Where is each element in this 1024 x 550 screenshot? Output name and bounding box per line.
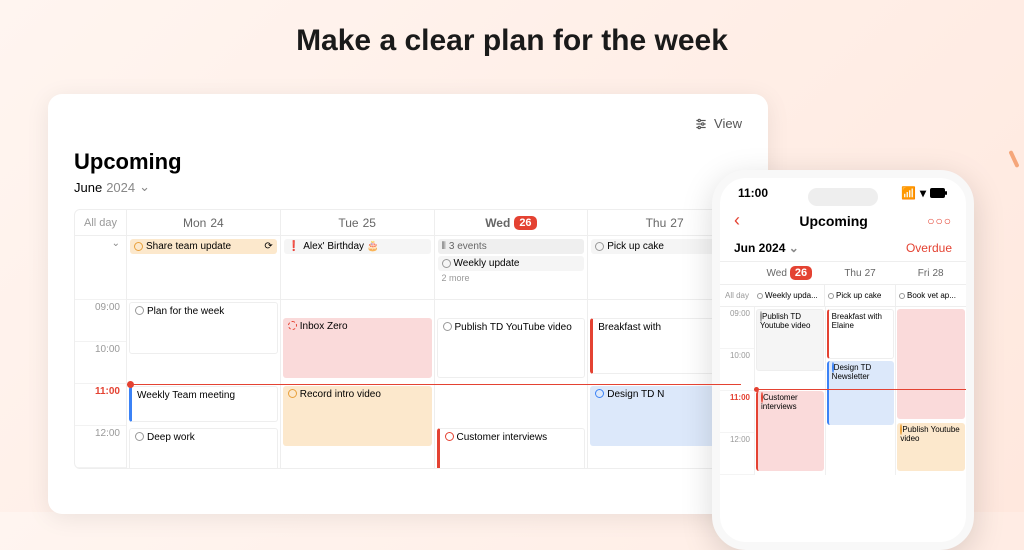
phone-time: 11:00 bbox=[738, 186, 768, 200]
phone-event[interactable]: Publish Youtube video bbox=[897, 423, 965, 471]
page-headline: Make a clear plan for the week bbox=[0, 0, 1024, 58]
chevron-down-icon: ⌄ bbox=[112, 238, 120, 249]
phone-mockup: 11:00 📶 ▾ ‹ Upcoming ○○○ Jun 2024 ⌄ Over… bbox=[712, 170, 974, 550]
time-label-now: 11:00 bbox=[75, 384, 126, 426]
phone-allday-event[interactable]: Pick up cake bbox=[825, 285, 896, 306]
time-label: 09:00 bbox=[75, 300, 126, 342]
month-label: June bbox=[74, 180, 102, 195]
calendar-event[interactable]: Weekly Team meeting bbox=[129, 386, 278, 422]
phone-event[interactable]: Customer interviews bbox=[756, 391, 824, 471]
phone-event[interactable]: Design TD Newsletter bbox=[827, 361, 895, 425]
day-column-wed[interactable]: ⦀3 events Weekly update 2 more Publish T… bbox=[435, 236, 589, 468]
wifi-icon: ▾ bbox=[920, 186, 926, 200]
phone-event[interactable] bbox=[897, 309, 965, 419]
allday-collapse[interactable]: ⌄ bbox=[75, 236, 126, 300]
day-column-tue[interactable]: ❗Alex' Birthday 🎂 Inbox Zero Record intr… bbox=[281, 236, 435, 468]
day-header-tue[interactable]: Tue 25 bbox=[281, 210, 435, 235]
sliders-icon bbox=[694, 117, 708, 131]
allday-label: All day bbox=[75, 210, 127, 235]
phone-day-col-thu[interactable]: Breakfast with Elaine Design TD Newslett… bbox=[825, 307, 896, 475]
phone-time-label: 12:00 bbox=[720, 433, 754, 475]
allday-summary[interactable]: ⦀3 events bbox=[438, 239, 585, 254]
phone-day-col-wed[interactable]: Publish TD Youtube video Customer interv… bbox=[754, 307, 825, 475]
page-title: Upcoming bbox=[74, 149, 742, 175]
calendar-event[interactable]: Deep work bbox=[129, 428, 278, 469]
phone-day-fri[interactable]: Fri28 bbox=[895, 262, 966, 284]
calendar-event[interactable]: Plan for the week bbox=[129, 302, 278, 354]
phone-time-label: 09:00 bbox=[720, 307, 754, 349]
phone-allday-event[interactable]: Book vet ap... bbox=[896, 285, 966, 306]
allday-event[interactable]: Share team update⟳ bbox=[130, 239, 277, 254]
chevron-down-icon: ⌄ bbox=[139, 179, 150, 195]
calendar-event[interactable]: Publish TD YouTube video bbox=[437, 318, 586, 378]
view-label: View bbox=[714, 116, 742, 131]
calendar-event[interactable]: Customer interviews bbox=[437, 428, 586, 469]
phone-event[interactable]: Publish TD Youtube video bbox=[756, 309, 824, 371]
time-label: 12:00 bbox=[75, 426, 126, 468]
allday-event[interactable]: ❗Alex' Birthday 🎂 bbox=[284, 239, 431, 254]
calendar-grid: All day Mon 24 Tue 25 Wed 26 Thu 27 ⌄ 09… bbox=[74, 209, 742, 469]
calendar-event[interactable]: Inbox Zero bbox=[283, 318, 432, 378]
phone-day-thu[interactable]: Thu27 bbox=[825, 262, 896, 284]
signal-icon: 📶 bbox=[901, 186, 916, 200]
day-header-wed[interactable]: Wed 26 bbox=[435, 210, 589, 235]
day-column-mon[interactable]: Share team update⟳ Plan for the week Wee… bbox=[127, 236, 281, 468]
phone-allday-label: All day bbox=[720, 285, 754, 306]
status-icons: 📶 ▾ bbox=[901, 186, 948, 200]
phone-page-title: Upcoming bbox=[799, 213, 867, 229]
back-button[interactable]: ‹ bbox=[734, 210, 740, 231]
phone-day-col-fri[interactable]: Publish Youtube video bbox=[895, 307, 966, 475]
allday-event[interactable]: Weekly update bbox=[438, 256, 585, 271]
phone-time-label-now: 11:00 bbox=[720, 391, 754, 433]
calendar-event[interactable]: Record intro video bbox=[283, 386, 432, 446]
phone-day-wed[interactable]: Wed26 bbox=[754, 262, 825, 284]
day-header-mon[interactable]: Mon 24 bbox=[127, 210, 281, 235]
battery-icon bbox=[930, 188, 948, 198]
phone-notch bbox=[808, 188, 878, 206]
more-button[interactable]: ○○○ bbox=[927, 214, 952, 228]
time-label: 10:00 bbox=[75, 342, 126, 384]
recurring-icon: ⟳ bbox=[264, 241, 272, 252]
phone-month-selector[interactable]: Jun 2024 ⌄ bbox=[734, 241, 799, 255]
bars-icon: ⦀ bbox=[442, 241, 446, 252]
phone-event[interactable]: Breakfast with Elaine bbox=[827, 309, 895, 359]
allday-more[interactable]: 2 more bbox=[438, 273, 585, 283]
view-button[interactable]: View bbox=[694, 116, 742, 131]
desktop-window: View Upcoming June 2024 ⌄ All day Mon 24… bbox=[48, 94, 768, 514]
month-selector[interactable]: June 2024 ⌄ bbox=[74, 179, 742, 195]
phone-allday-event[interactable]: Weekly upda... bbox=[754, 285, 825, 306]
overdue-button[interactable]: Overdue bbox=[906, 241, 952, 255]
year-label: 2024 bbox=[106, 180, 135, 195]
